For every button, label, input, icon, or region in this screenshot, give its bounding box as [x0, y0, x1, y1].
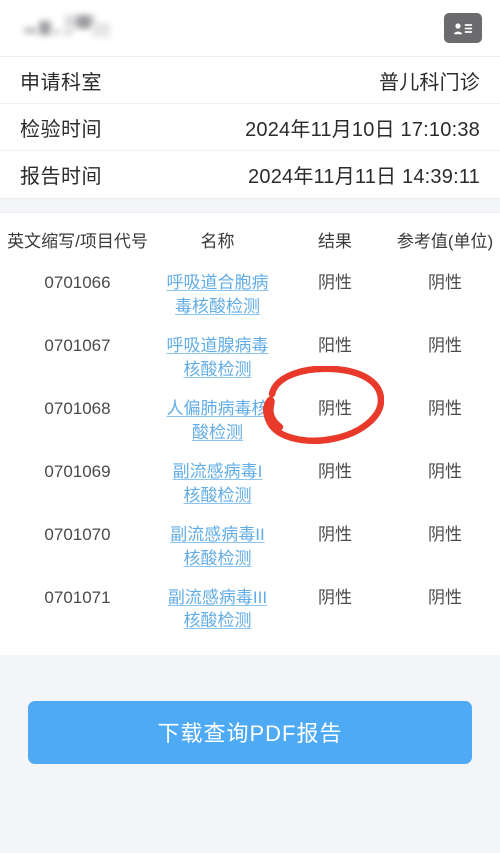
cell-reference: 阴性: [428, 525, 462, 545]
cell-result: 阴性: [318, 399, 352, 419]
cell-name: 副流感病毒III核酸检测: [155, 578, 280, 641]
topbar: [0, 0, 500, 57]
info-row-test-time: 检验时间 2024年11月10日 17:10:38: [0, 104, 500, 151]
report-screen: 申请科室 普儿科门诊 检验时间 2024年11月10日 17:10:38 报告时…: [0, 0, 500, 853]
cell-reference: 阴性: [428, 336, 462, 356]
id-card-icon[interactable]: [444, 13, 482, 43]
cell-reference: 阴性: [428, 399, 462, 419]
column-header-result: 结果: [318, 232, 352, 251]
cell-code: 0701070: [44, 525, 111, 545]
cell-name: 呼吸道腺病毒核酸检测: [155, 326, 280, 389]
cell-reference: 阴性: [428, 587, 462, 607]
cell-reference: 阴性: [428, 462, 462, 482]
table-header-row: 英文缩写/项目代号 名称 结果 参考值(单位): [0, 225, 500, 263]
info-label: 检验时间: [20, 118, 102, 141]
info-label: 报告时间: [20, 166, 102, 188]
info-row-department: 申请科室 普儿科门诊: [0, 57, 500, 104]
table-row: 0701066 呼吸道合胞病毒核酸检测 阴性 阴性: [0, 263, 500, 326]
info-value: 2024年11月11日 14:39:11: [248, 166, 480, 188]
test-name-link[interactable]: 副流感病毒III核酸检测: [165, 586, 270, 633]
column-header-code: 英文缩写/项目代号: [7, 232, 148, 251]
info-label: 申请科室: [20, 71, 102, 94]
cell-name: 呼吸道合胞病毒核酸检测: [155, 263, 280, 326]
test-name-link[interactable]: 副流感病毒II核酸检测: [165, 523, 270, 570]
cell-code: 0701067: [44, 336, 111, 356]
cell-name: 副流感病毒I核酸检测: [155, 452, 280, 515]
cell-name: 人偏肺病毒核酸检测: [155, 389, 280, 452]
info-value: 2024年11月10日 17:10:38: [245, 118, 480, 141]
patient-name-redacted: [20, 15, 115, 41]
cell-result: 阳性: [318, 336, 352, 356]
table-row: 0701070 副流感病毒II核酸检测 阴性 阴性: [0, 515, 500, 578]
column-header-name: 名称: [200, 232, 235, 251]
section-divider: [0, 198, 500, 213]
test-name-link[interactable]: 呼吸道合胞病毒核酸检测: [165, 271, 270, 318]
table-row: 0701067 呼吸道腺病毒核酸检测 阳性 阴性: [0, 326, 500, 389]
table-row: 0701068 人偏肺病毒核酸检测 阴性 阴性: [0, 389, 500, 452]
cell-name: 副流感病毒II核酸检测: [155, 515, 280, 578]
cell-code: 0701066: [44, 273, 111, 293]
cell-code: 0701069: [44, 462, 111, 482]
cell-result: 阴性: [318, 462, 352, 482]
info-value: 普儿科门诊: [379, 71, 480, 94]
test-name-link[interactable]: 副流感病毒I核酸检测: [165, 460, 270, 507]
table-row: 0701071 副流感病毒III核酸检测 阴性 阴性: [0, 578, 500, 641]
results-table: 英文缩写/项目代号 名称 结果 参考值(单位) 0701066 呼吸道合胞病毒核…: [0, 225, 500, 641]
test-name-link[interactable]: 人偏肺病毒核酸检测: [165, 397, 270, 444]
cell-code: 0701071: [44, 587, 111, 607]
cell-code: 0701068: [44, 399, 111, 419]
report-info-card: 申请科室 普儿科门诊 检验时间 2024年11月10日 17:10:38 报告时…: [0, 57, 500, 198]
cell-reference: 阴性: [428, 273, 462, 293]
cell-result: 阴性: [318, 525, 352, 545]
cell-result: 阴性: [318, 587, 352, 607]
column-header-reference: 参考值(单位): [396, 232, 494, 251]
download-pdf-report-button[interactable]: 下载查询PDF报告: [28, 700, 472, 764]
info-row-report-time: 报告时间 2024年11月11日 14:39:11: [0, 151, 500, 198]
test-name-link[interactable]: 呼吸道腺病毒核酸检测: [165, 334, 270, 381]
results-table-card: 英文缩写/项目代号 名称 结果 参考值(单位) 0701066 呼吸道合胞病毒核…: [0, 213, 500, 655]
table-row: 0701069 副流感病毒I核酸检测 阴性 阴性: [0, 452, 500, 515]
cell-result: 阴性: [318, 273, 352, 293]
bottom-action-area: 下载查询PDF报告: [0, 654, 500, 764]
